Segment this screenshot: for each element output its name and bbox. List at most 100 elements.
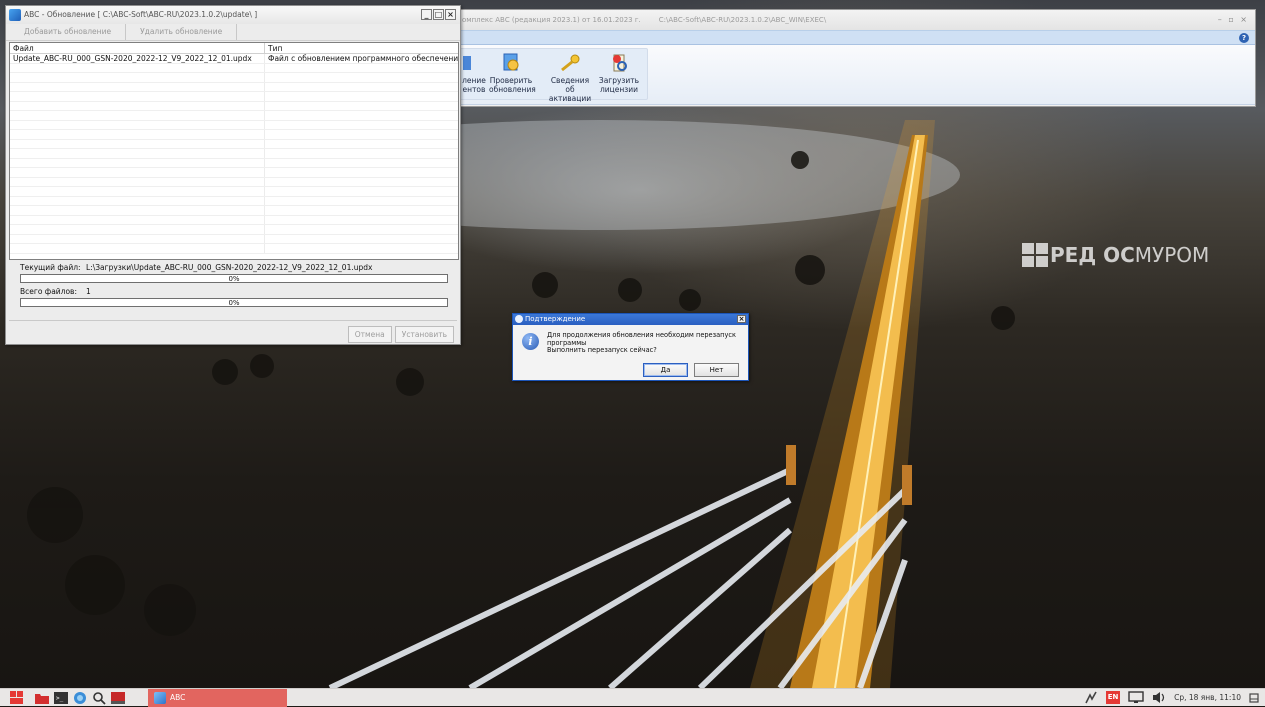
keyboard-layout-indicator[interactable]: EN (1106, 691, 1121, 704)
updates-table[interactable]: Файл Тип Update_ABC-RU_000_GSN-2020_2022… (9, 42, 459, 260)
dialog-message: Для продолжения обновления необходим пер… (547, 331, 736, 354)
current-file-progress: 0% (20, 274, 448, 283)
main-window-title: омплекс АВС (редакция 2023.1) от 16.01.2… (462, 16, 641, 24)
add-update-button[interactable]: Добавить обновление (10, 24, 127, 40)
update-window-title: ABC - Обновление [ C:\ABC-Soft\ABC-RU\20… (24, 10, 258, 19)
cancel-button[interactable]: Отмена (347, 326, 392, 343)
main-app-window[interactable]: омплекс АВС (редакция 2023.1) от 16.01.2… (457, 9, 1256, 107)
empty-table-row (10, 92, 458, 102)
main-window-path: C:\ABC-Soft\ABC-RU\2023.1.0.2\ABC_WIN\EX… (658, 16, 827, 24)
clock[interactable]: Ср, 18 янв, 11:10 (1174, 693, 1241, 702)
dialog-titlebar[interactable]: Подтверждение × (513, 314, 748, 325)
confirmation-dialog[interactable]: Подтверждение × i Для продолжения обновл… (512, 313, 749, 381)
main-window-titlebar[interactable]: омплекс АВС (редакция 2023.1) от 16.01.2… (458, 10, 1255, 30)
empty-table-row (10, 73, 458, 83)
main-window-controls[interactable]: – ▫ × (1218, 10, 1249, 30)
update-toolbar: Добавить обновление Удалить обновление (6, 24, 460, 41)
task-label: ABC (170, 693, 186, 702)
info-small-icon (515, 315, 523, 323)
logo-text-bold: РЕД ОС (1050, 243, 1135, 267)
row-file-cell: Update_ABC-RU_000_GSN-2020_2022-12_V9_20… (10, 54, 265, 63)
current-file-line: Текущий файл: L:\Загрузки\Update_ABC-RU_0… (20, 263, 450, 273)
table-header: Файл Тип (10, 43, 458, 54)
license-icon (613, 54, 627, 72)
current-file-value: L:\Загрузки\Update_ABC-RU_000_GSN-2020_2… (86, 263, 373, 272)
current-progress-text: 0% (228, 275, 240, 283)
search-icon[interactable] (92, 691, 106, 705)
total-progress-text: 0% (228, 299, 240, 307)
redos-logo: РЕД ОС МУРОМ (1022, 243, 1209, 267)
total-files-line: Всего файлов: 1 (20, 287, 450, 297)
info-icon: i (522, 333, 539, 350)
total-progress: 0% (20, 298, 448, 307)
empty-table-row (10, 215, 458, 225)
empty-table-row (10, 168, 458, 178)
total-files-label: Всего файлов: (20, 287, 78, 296)
update-window-controls: _ □ × (421, 9, 456, 20)
maximize-button[interactable]: □ (433, 9, 444, 20)
empty-table-row (10, 234, 458, 244)
empty-table-row (10, 120, 458, 130)
minimize-button[interactable]: _ (421, 9, 432, 20)
empty-table-row (10, 111, 458, 121)
taskbar: >_ ABC EN Ср, 18 янв, 11:10 (0, 688, 1265, 707)
update-buttons: Отмена Установить (347, 326, 454, 343)
dialog-title: Подтверждение (525, 315, 586, 323)
logo-text-thin: МУРОМ (1134, 243, 1210, 267)
current-file-label: Текущий файл: (20, 263, 81, 272)
empty-table-row (10, 206, 458, 216)
update-window[interactable]: ABC - Обновление [ C:\ABC-Soft\ABC-RU\20… (5, 5, 461, 345)
empty-table-row (10, 101, 458, 111)
ribbon-group: ление ентов Проверить обновления Сведени… (458, 48, 648, 103)
file-manager-icon[interactable] (35, 691, 49, 705)
empty-table-row (10, 196, 458, 206)
divider (9, 320, 457, 321)
load-license-button[interactable]: Загрузить лицензии (597, 53, 641, 94)
empty-table-row (10, 244, 458, 254)
network-icon[interactable] (1084, 691, 1098, 704)
yes-button[interactable]: Да (643, 363, 688, 377)
start-menu-icon[interactable] (10, 691, 24, 705)
total-files-value: 1 (86, 287, 91, 296)
activation-info-button[interactable]: Сведения об активации (547, 53, 593, 103)
empty-table-row (10, 139, 458, 149)
install-button[interactable]: Установить (394, 326, 454, 343)
taskbar-launchers: >_ (10, 691, 125, 705)
main-menubar: ? (458, 30, 1255, 45)
update-status: Текущий файл: L:\Загрузки\Update_ABC-RU_0… (20, 263, 450, 311)
system-tray: EN Ср, 18 янв, 11:10 (1084, 691, 1259, 704)
remove-update-button[interactable]: Удалить обновление (126, 24, 238, 40)
taskbar-task-abc[interactable]: ABC (148, 689, 287, 707)
empty-table-row (10, 130, 458, 140)
show-desktop-icon[interactable] (111, 691, 125, 705)
close-button[interactable]: × (445, 9, 456, 20)
empty-table-row (10, 187, 458, 197)
empty-table-row (10, 225, 458, 235)
check-updates-icon (503, 53, 519, 71)
update-window-titlebar[interactable]: ABC - Обновление [ C:\ABC-Soft\ABC-RU\20… (6, 6, 460, 24)
empty-table-row (10, 63, 458, 73)
row-type-cell: Файл с обновлением программного обеспече… (268, 54, 458, 63)
ribbon-partial-button[interactable]: ление ентов (459, 53, 489, 94)
check-updates-button[interactable]: Проверить обновления (489, 53, 536, 94)
dialog-buttons: Да Нет (643, 363, 739, 377)
empty-rows (10, 63, 458, 254)
display-icon[interactable] (1128, 691, 1144, 704)
dialog-close-button[interactable]: × (737, 315, 746, 323)
help-icon[interactable]: ? (1239, 33, 1249, 43)
ribbon: ление ентов Проверить обновления Сведени… (458, 45, 1255, 105)
partial-ribbon-icon (463, 56, 471, 70)
volume-icon[interactable] (1152, 691, 1166, 704)
browser-icon[interactable] (73, 691, 87, 705)
terminal-icon[interactable]: >_ (54, 691, 68, 705)
empty-table-row (10, 82, 458, 92)
notifications-icon[interactable] (1249, 692, 1259, 703)
column-header-file[interactable]: Файл (10, 43, 265, 53)
empty-table-row (10, 177, 458, 187)
column-header-type[interactable]: Тип (265, 43, 458, 53)
app-icon (9, 9, 21, 21)
key-icon (561, 54, 580, 72)
empty-table-row (10, 149, 458, 159)
table-row[interactable]: Update_ABC-RU_000_GSN-2020_2022-12_V9_20… (10, 54, 458, 64)
no-button[interactable]: Нет (694, 363, 739, 377)
